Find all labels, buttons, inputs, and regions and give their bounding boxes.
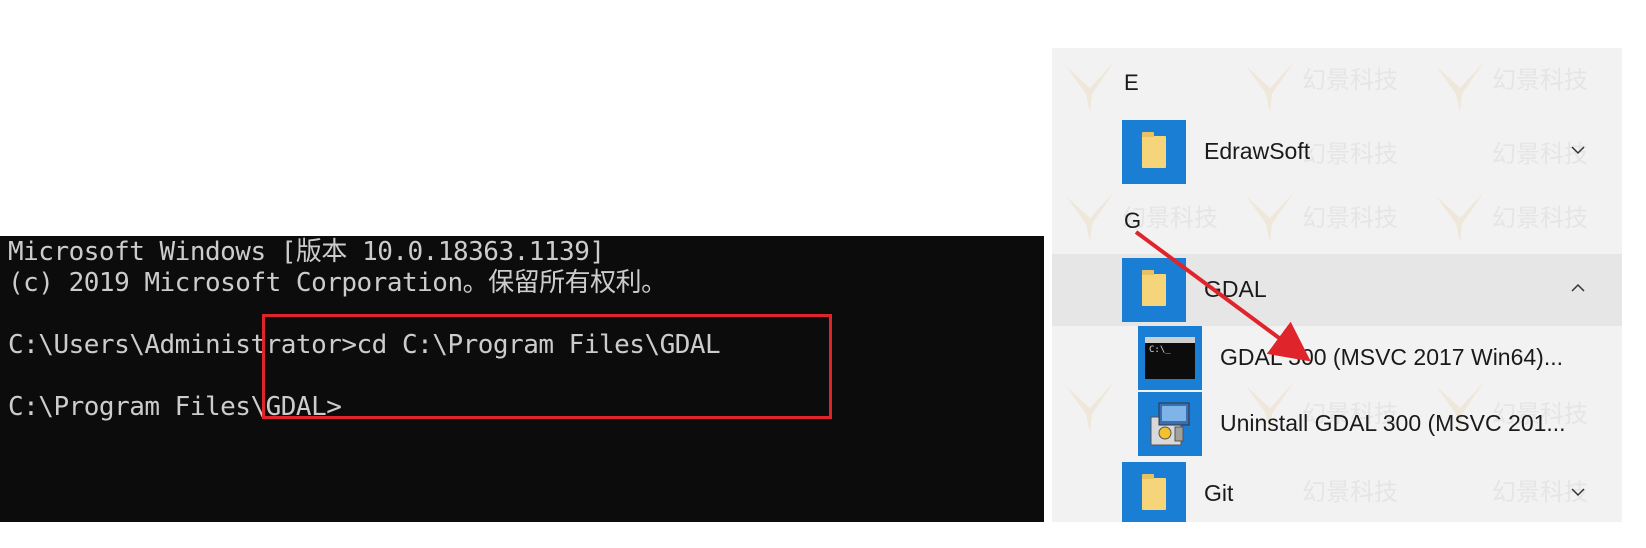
annotation-arrow <box>1134 230 1311 362</box>
